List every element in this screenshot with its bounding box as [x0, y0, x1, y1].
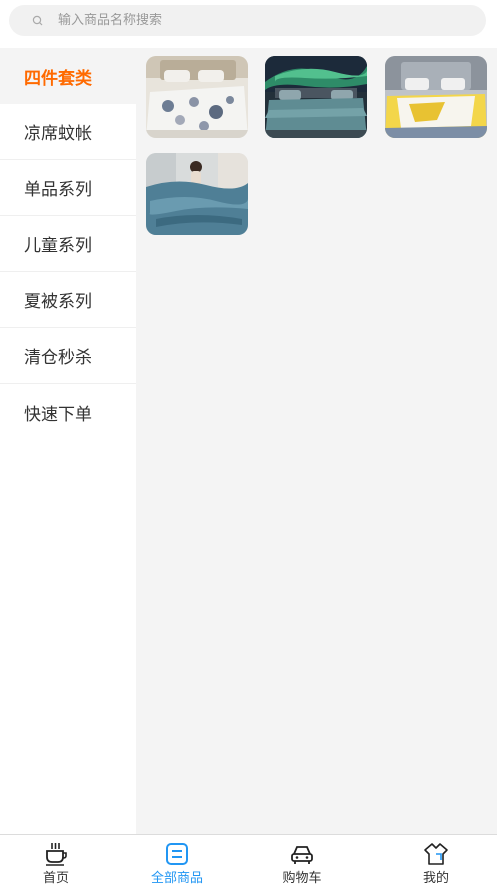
product-grid [136, 48, 497, 834]
category-label: 快速下单 [24, 404, 92, 425]
category-label: 单品系列 [24, 180, 92, 200]
cart-car-icon [291, 846, 313, 864]
category-item-kids[interactable]: 儿童系列 [0, 216, 136, 272]
product-image [265, 56, 367, 138]
category-item-clearance[interactable]: 清仓秒杀 [0, 328, 136, 384]
category-item-summer-quilts[interactable]: 夏被系列 [0, 272, 136, 328]
tab-mine[interactable]: 我的 [374, 835, 497, 886]
shirt-icon [424, 843, 448, 865]
catalog-icon [166, 843, 188, 865]
product-card-2[interactable] [265, 56, 367, 138]
search-input[interactable] [58, 13, 438, 28]
product-card-1[interactable] [146, 56, 248, 138]
category-label: 清仓秒杀 [24, 348, 92, 368]
product-image [146, 56, 248, 138]
category-item-single-items[interactable]: 单品系列 [0, 160, 136, 216]
category-item-four-piece[interactable]: 四件套类 [0, 48, 136, 104]
category-label: 四件套类 [24, 68, 92, 89]
category-label: 儿童系列 [24, 236, 92, 256]
product-card-4[interactable] [146, 153, 248, 235]
tab-label: 我的 [422, 871, 449, 886]
category-item-summer-mats[interactable]: 凉席蚊帐 [0, 104, 136, 160]
search-icon [32, 15, 43, 25]
tab-label: 首页 [42, 871, 69, 886]
search-header [0, 0, 497, 48]
tab-label: 全部商品 [150, 871, 203, 886]
category-label: 夏被系列 [24, 292, 92, 312]
search-bar[interactable] [9, 5, 486, 36]
category-sidebar: 四件套类 凉席蚊帐 单品系列 儿童系列 夏被系列 清仓秒杀 快速下单 [0, 48, 136, 834]
product-image [146, 153, 248, 235]
tab-cart[interactable]: 购物车 [240, 835, 364, 886]
product-card-3[interactable] [385, 56, 487, 138]
coffee-cup-icon [46, 843, 67, 866]
category-label: 凉席蚊帐 [24, 124, 92, 144]
tab-label: 购物车 [282, 871, 322, 886]
tab-home[interactable]: 首页 [0, 835, 118, 886]
tab-all-products[interactable]: 全部商品 [115, 835, 239, 886]
product-image [385, 56, 487, 138]
category-item-quick-order[interactable]: 快速下单 [0, 384, 136, 440]
bottom-tab-bar: 首页 全部商品 购物车 我的 [0, 834, 497, 886]
